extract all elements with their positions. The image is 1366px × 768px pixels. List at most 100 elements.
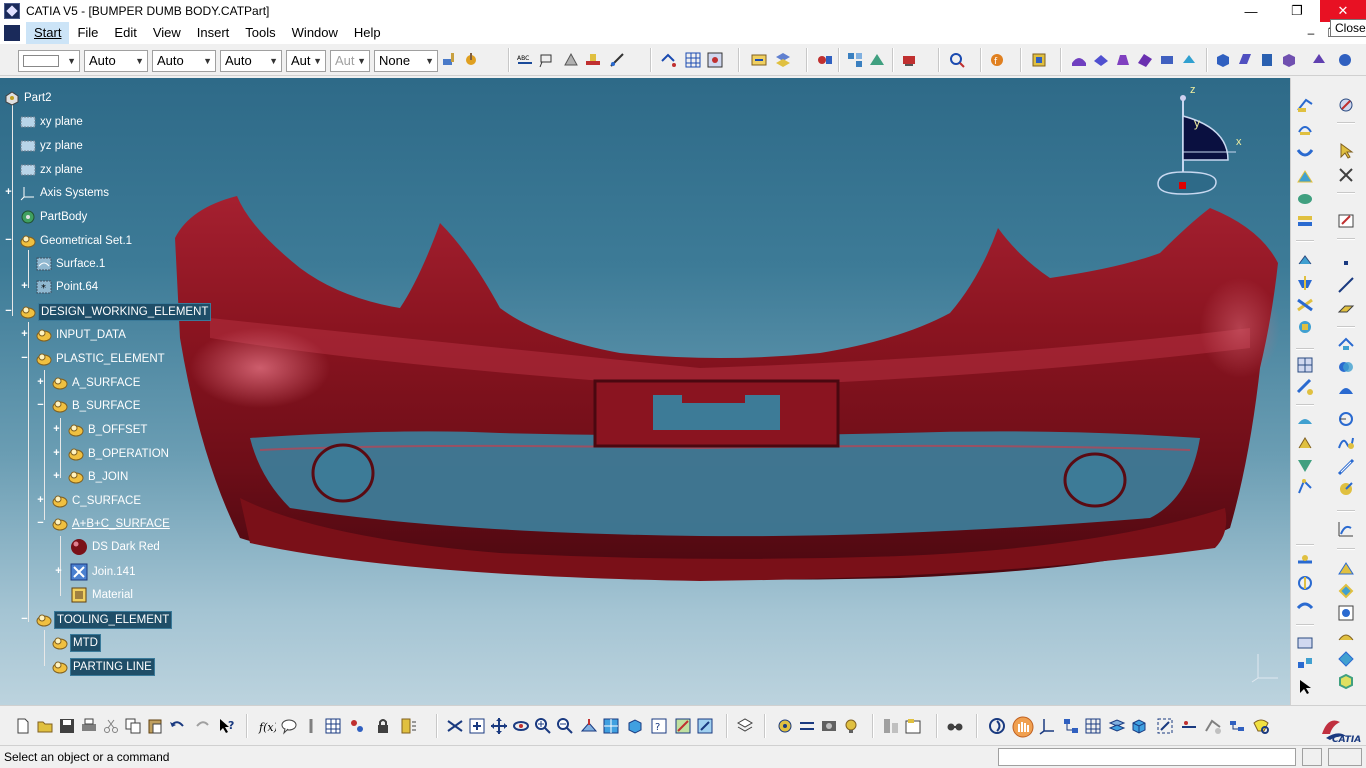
select-icon[interactable]	[1337, 142, 1355, 160]
powercopy-icon[interactable]	[1337, 672, 1355, 690]
grid-icon[interactable]	[684, 51, 702, 69]
annotation-flag-icon[interactable]	[538, 51, 556, 69]
formula-icon[interactable]: f(x)	[258, 717, 276, 735]
spline-icon[interactable]	[1337, 434, 1355, 452]
copy-icon[interactable]	[124, 717, 142, 735]
tree-node-material[interactable]: Material	[70, 586, 135, 604]
color-combo[interactable]: ▼	[18, 50, 80, 72]
expand-icon[interactable]: +	[20, 281, 29, 292]
new-file-icon[interactable]	[14, 717, 32, 735]
multi-view-icon[interactable]	[846, 51, 864, 69]
expand-icon[interactable]: +	[52, 471, 61, 482]
multi-section-surface-icon[interactable]	[1296, 190, 1314, 208]
solid-tool-2-icon[interactable]	[1236, 51, 1254, 69]
collapse-icon[interactable]: −	[4, 235, 13, 246]
offset-icon[interactable]	[1337, 380, 1355, 398]
lock-icon[interactable]	[374, 717, 392, 735]
tree-node-zx-plane[interactable]: zx plane	[20, 161, 85, 179]
expand-icon[interactable]: +	[52, 448, 61, 459]
tree-node-partbody[interactable]: PartBody	[20, 208, 89, 226]
open-file-icon[interactable]	[36, 717, 54, 735]
point-tool-icon[interactable]	[1337, 254, 1355, 272]
solid-tool-3-icon[interactable]	[1258, 51, 1276, 69]
menu-help[interactable]: Help	[346, 22, 389, 44]
intersection-icon[interactable]	[1337, 358, 1355, 376]
knowledge-inspector-icon[interactable]	[400, 717, 418, 735]
print-icon[interactable]	[80, 717, 98, 735]
menu-view[interactable]: View	[145, 22, 189, 44]
sketcher-icon[interactable]	[1337, 96, 1355, 114]
fit-all-icon[interactable]	[468, 717, 486, 735]
trim-icon[interactable]	[1296, 296, 1314, 314]
expand-icon[interactable]: +	[52, 424, 61, 435]
stacked-planes-icon[interactable]	[1108, 717, 1126, 735]
invert-icon[interactable]	[1296, 574, 1314, 592]
hierarchy-icon[interactable]	[1062, 717, 1080, 735]
save-icon[interactable]	[58, 717, 76, 735]
search-icon[interactable]	[1252, 717, 1270, 735]
pan-icon[interactable]	[490, 717, 508, 735]
maximize-button[interactable]: ❐	[1274, 0, 1320, 22]
solid-tool-5-icon[interactable]	[1310, 51, 1328, 69]
cut-icon[interactable]	[102, 717, 120, 735]
fit-selection-icon[interactable]	[1156, 717, 1174, 735]
work-on-support-icon[interactable]	[706, 51, 724, 69]
tree-node-b-join[interactable]: B_JOIN	[68, 468, 130, 486]
surface-tool-3-icon[interactable]	[1114, 51, 1132, 69]
hand-grab-icon[interactable]	[1012, 716, 1034, 738]
multi-view-window-icon[interactable]	[602, 717, 620, 735]
surface-tool-6-icon[interactable]	[1180, 51, 1198, 69]
solid-tool-4-icon[interactable]	[1280, 51, 1298, 69]
document-minimize-button[interactable]: –	[1300, 22, 1322, 44]
expand-icon[interactable]: +	[36, 495, 45, 506]
menu-window[interactable]: Window	[284, 22, 346, 44]
expand-icon[interactable]: +	[36, 377, 45, 388]
zoom-out-icon[interactable]	[556, 717, 574, 735]
surface-tool-4-icon[interactable]	[1136, 51, 1154, 69]
apply-material-icon[interactable]	[900, 51, 918, 69]
catalog-browser-icon[interactable]	[1030, 51, 1048, 69]
table-icon[interactable]	[324, 717, 342, 735]
corner-icon[interactable]	[1337, 480, 1355, 498]
stack-icon[interactable]	[736, 717, 754, 735]
menu-start[interactable]: Start	[26, 22, 70, 44]
working-support-icon[interactable]	[1296, 656, 1314, 674]
tree-node-part2[interactable]: Part2	[4, 89, 54, 107]
solid-tool-6-icon[interactable]	[1336, 51, 1354, 69]
tree-node-ds-dark-red[interactable]: DS Dark Red	[70, 538, 162, 556]
swap-visible-space-icon[interactable]	[696, 717, 714, 735]
fly-mode-icon[interactable]	[868, 51, 886, 69]
circle-icon[interactable]	[1337, 410, 1355, 428]
update-all-icon[interactable]	[774, 51, 792, 69]
painter-icon[interactable]	[440, 51, 458, 69]
connect-analysis-icon[interactable]	[1337, 520, 1355, 538]
reaction-icon[interactable]	[1337, 650, 1355, 668]
tree-node-axis-systems[interactable]: Axis Systems	[20, 184, 111, 202]
hide-show-icon[interactable]	[816, 51, 834, 69]
zoom-in-icon[interactable]	[534, 717, 552, 735]
collapse-icon[interactable]: −	[36, 400, 45, 411]
collapse-icon[interactable]: −	[4, 306, 13, 317]
surface-tool-1-icon[interactable]	[1070, 51, 1088, 69]
scene-icon[interactable]	[776, 717, 794, 735]
revolve-surface-icon[interactable]	[1296, 120, 1314, 138]
status-action-button[interactable]	[1302, 748, 1322, 766]
rotate-view-icon[interactable]	[512, 717, 530, 735]
expand-icon[interactable]: +	[4, 187, 13, 198]
knowledge-icon[interactable]: f	[988, 51, 1006, 69]
surface-tool-5-icon[interactable]	[1158, 51, 1176, 69]
point-symbol-combo[interactable]: Aut ▼	[286, 50, 326, 72]
expand-icon[interactable]: +	[54, 566, 63, 577]
whats-this-icon[interactable]: ?	[218, 717, 236, 735]
layer-filter-icon[interactable]	[882, 717, 900, 735]
tree-node-point-64[interactable]: * Point.64	[36, 278, 100, 296]
select-arrow-icon[interactable]	[1296, 678, 1314, 696]
near-icon[interactable]	[1296, 596, 1314, 614]
redo-icon[interactable]	[194, 717, 212, 735]
linetype-combo[interactable]: Auto ▼	[220, 50, 282, 72]
extrapolate-icon[interactable]	[1296, 552, 1314, 570]
capture-icon[interactable]	[820, 717, 838, 735]
transparency-combo[interactable]: Auto ▼	[84, 50, 148, 72]
translate-icon[interactable]	[1296, 412, 1314, 430]
menu-edit[interactable]: Edit	[106, 22, 144, 44]
